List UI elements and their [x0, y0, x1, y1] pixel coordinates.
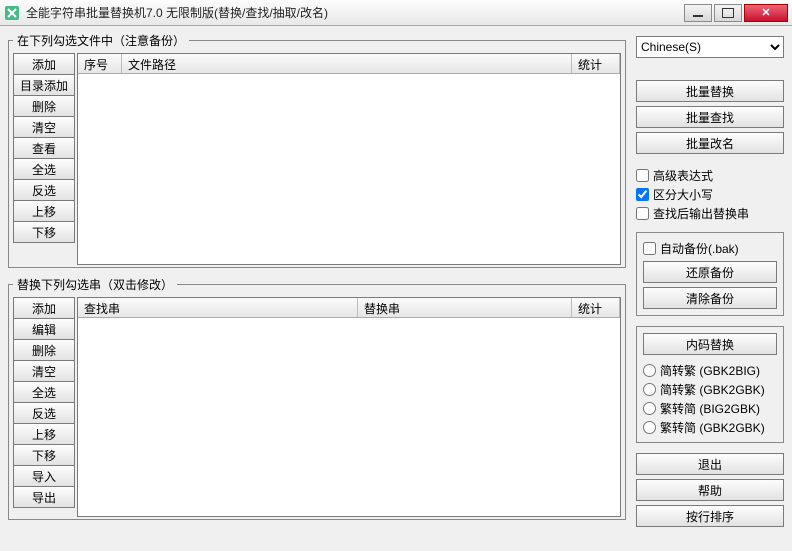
case-sensitive-label: 区分大小写 [653, 186, 713, 203]
language-select[interactable]: Chinese(S) [636, 36, 784, 58]
strings-clear-button[interactable]: 清空 [13, 360, 75, 382]
strings-import-button[interactable]: 导入 [13, 465, 75, 487]
enc2-label: 简转繁 (GBK2GBK) [660, 381, 765, 398]
adv-expr-check[interactable]: 高级表达式 [636, 166, 784, 184]
files-col-path[interactable]: 文件路径 [122, 54, 572, 73]
strings-move-up-button[interactable]: 上移 [13, 423, 75, 445]
files-table-body[interactable] [78, 74, 620, 264]
files-legend: 在下列勾选文件中（注意备份） [13, 32, 189, 49]
batch-rename-button[interactable]: 批量改名 [636, 132, 784, 154]
enc-big2gbk-radio[interactable]: 繁转简 (BIG2GBK) [643, 399, 777, 417]
title-bar: 全能字符串批量替换机7.0 无限制版(替换/查找/抽取/改名) [0, 0, 792, 26]
enc-gbk2gbk-ts-radio[interactable]: 繁转简 (GBK2GBK) [643, 418, 777, 436]
strings-col-find[interactable]: 查找串 [78, 298, 358, 317]
strings-select-all-button[interactable]: 全选 [13, 381, 75, 403]
files-move-up-button[interactable]: 上移 [13, 200, 75, 222]
files-table[interactable]: 序号 文件路径 统计 [77, 53, 621, 265]
files-add-dir-button[interactable]: 目录添加 [13, 74, 75, 96]
strings-col-stat[interactable]: 统计 [572, 298, 620, 317]
files-table-header: 序号 文件路径 统计 [78, 54, 620, 74]
enc1-label: 简转繁 (GBK2BIG) [660, 362, 760, 379]
encoding-replace-button[interactable]: 内码替换 [643, 333, 777, 355]
strings-legend: 替换下列勾选串（双击修改） [13, 276, 177, 293]
strings-panel: 替换下列勾选串（双击修改） 添加 编辑 删除 清空 全选 反选 上移 下移 导入… [8, 276, 626, 520]
files-delete-button[interactable]: 删除 [13, 95, 75, 117]
auto-backup-check[interactable]: 自动备份(.bak) [643, 239, 777, 257]
batch-replace-button[interactable]: 批量替换 [636, 80, 784, 102]
exit-button[interactable]: 退出 [636, 453, 784, 475]
files-invert-button[interactable]: 反选 [13, 179, 75, 201]
close-button[interactable] [744, 4, 788, 22]
enc4-label: 繁转简 (GBK2GBK) [660, 419, 765, 436]
output-after-find-check[interactable]: 查找后输出替换串 [636, 204, 784, 222]
files-move-down-button[interactable]: 下移 [13, 221, 75, 243]
strings-col-replace[interactable]: 替换串 [358, 298, 572, 317]
enc-gbk2gbk-st-radio[interactable]: 简转繁 (GBK2GBK) [643, 380, 777, 398]
enc-gbk2big-radio[interactable]: 简转繁 (GBK2BIG) [643, 361, 777, 379]
batch-find-button[interactable]: 批量查找 [636, 106, 784, 128]
strings-move-down-button[interactable]: 下移 [13, 444, 75, 466]
maximize-button[interactable] [714, 4, 742, 22]
strings-delete-button[interactable]: 删除 [13, 339, 75, 361]
files-button-column: 添加 目录添加 删除 清空 查看 全选 反选 上移 下移 [13, 53, 75, 265]
enc3-label: 繁转简 (BIG2GBK) [660, 400, 760, 417]
window-title: 全能字符串批量替换机7.0 无限制版(替换/查找/抽取/改名) [26, 4, 682, 21]
minimize-button[interactable] [684, 4, 712, 22]
strings-invert-button[interactable]: 反选 [13, 402, 75, 424]
strings-button-column: 添加 编辑 删除 清空 全选 反选 上移 下移 导入 导出 [13, 297, 75, 517]
files-col-stat[interactable]: 统计 [572, 54, 620, 73]
files-clear-button[interactable]: 清空 [13, 116, 75, 138]
strings-export-button[interactable]: 导出 [13, 486, 75, 508]
strings-table-body[interactable] [78, 318, 620, 516]
strings-add-button[interactable]: 添加 [13, 297, 75, 319]
restore-backup-button[interactable]: 还原备份 [643, 261, 777, 283]
side-panel: Chinese(S) 批量替换 批量查找 批量改名 高级表达式 区分大小写 查找… [636, 32, 784, 527]
app-icon [4, 5, 20, 21]
sort-by-line-button[interactable]: 按行排序 [636, 505, 784, 527]
clear-backup-button[interactable]: 清除备份 [643, 287, 777, 309]
output-after-find-label: 查找后输出替换串 [653, 205, 749, 222]
files-add-button[interactable]: 添加 [13, 53, 75, 75]
files-view-button[interactable]: 查看 [13, 137, 75, 159]
adv-expr-label: 高级表达式 [653, 167, 713, 184]
files-panel: 在下列勾选文件中（注意备份） 添加 目录添加 删除 清空 查看 全选 反选 上移… [8, 32, 626, 268]
window-controls [682, 4, 788, 22]
files-col-seq[interactable]: 序号 [78, 54, 122, 73]
strings-table-header: 查找串 替换串 统计 [78, 298, 620, 318]
case-sensitive-check[interactable]: 区分大小写 [636, 185, 784, 203]
strings-edit-button[interactable]: 编辑 [13, 318, 75, 340]
auto-backup-label: 自动备份(.bak) [660, 240, 739, 257]
help-button[interactable]: 帮助 [636, 479, 784, 501]
strings-table[interactable]: 查找串 替换串 统计 [77, 297, 621, 517]
files-select-all-button[interactable]: 全选 [13, 158, 75, 180]
